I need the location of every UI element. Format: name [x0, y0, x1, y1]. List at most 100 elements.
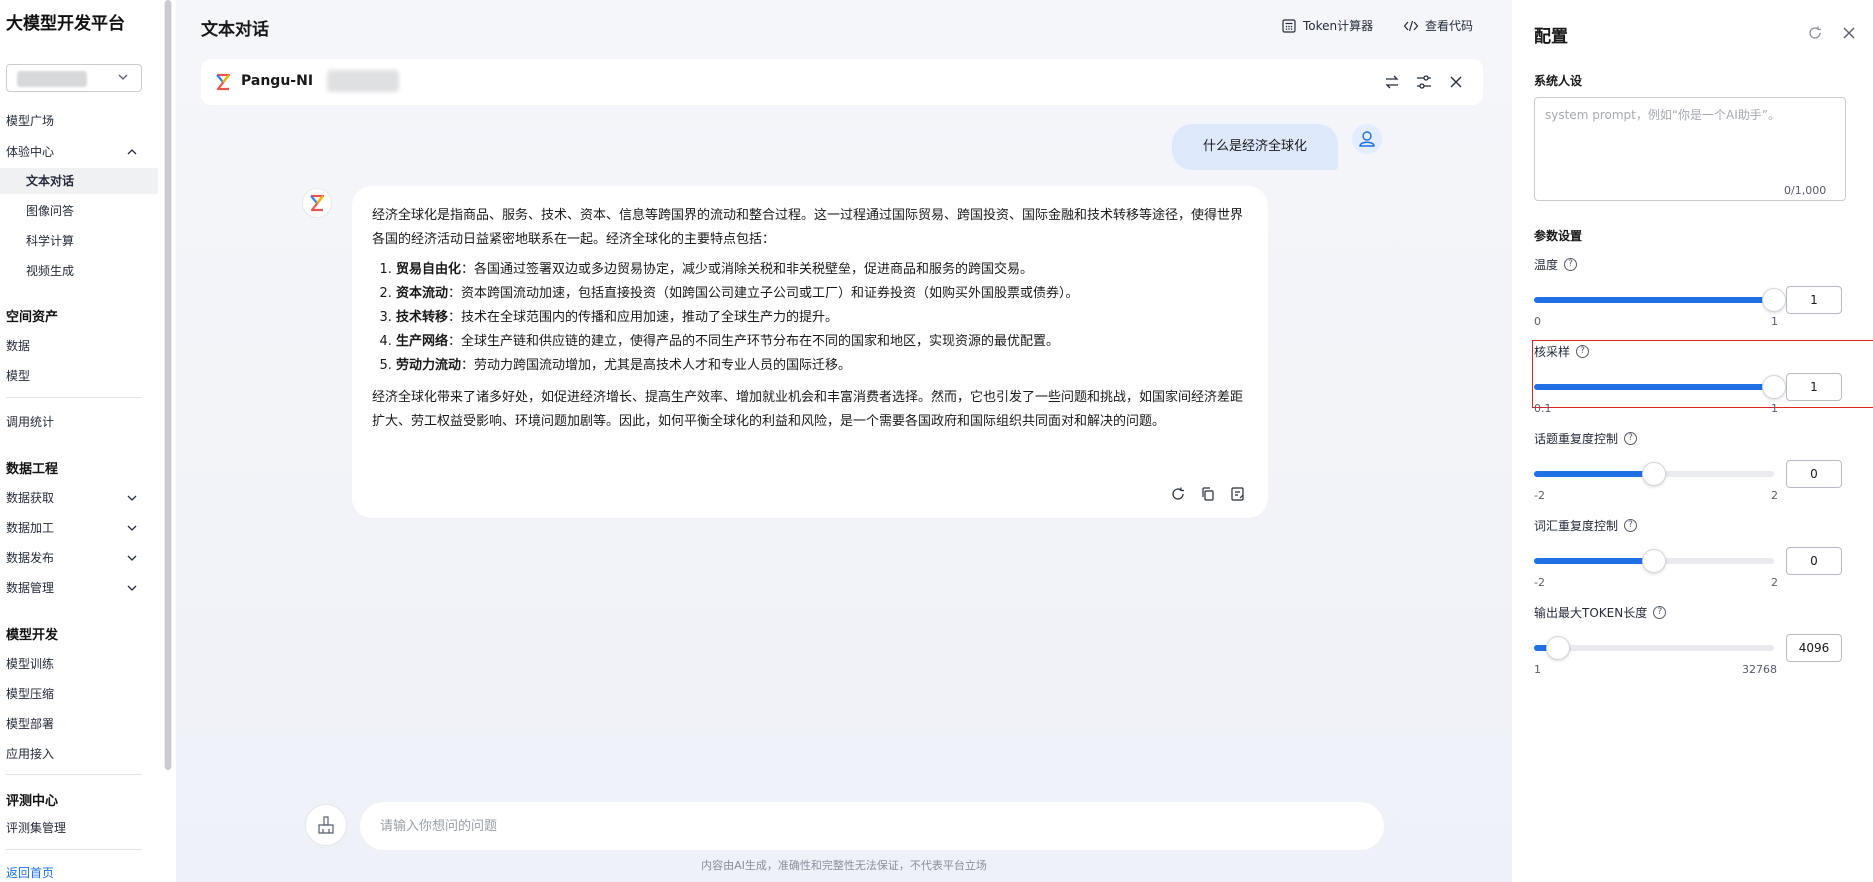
top-p-label-text: 核采样: [1534, 345, 1571, 359]
pangu-logo-icon: [216, 73, 231, 91]
point-title: 技术转移: [396, 310, 449, 325]
temperature-label: 温度?: [1534, 256, 1578, 273]
sidebar-scrollbar[interactable]: [164, 0, 172, 770]
sidebar-item-image-qa[interactable]: 图像问答: [26, 201, 74, 221]
slider-thumb[interactable]: [1546, 636, 1570, 660]
sidebar-group-eval-center: 评测中心: [6, 794, 59, 809]
sidebar-item-data-process[interactable]: 数据加工: [6, 518, 54, 538]
settings-sliders-icon[interactable]: [1415, 73, 1433, 91]
sidebar-group-data-engineering: 数据工程: [6, 462, 59, 477]
list-item: 技术转移：技术在全球范围内的传播和应用加速，推动了全球生产力的提升。: [396, 306, 1248, 330]
temperature-label-text: 温度: [1534, 258, 1559, 272]
pangu-logo-icon: [310, 194, 325, 212]
max-tokens-input[interactable]: 4096: [1786, 634, 1842, 662]
range-max: 1: [1771, 315, 1778, 328]
sidebar-item-call-stats[interactable]: 调用统计: [6, 412, 54, 432]
top-p-input[interactable]: 1: [1786, 373, 1842, 401]
frequency-penalty-slider[interactable]: [1534, 549, 1774, 573]
token-calculator-button[interactable]: Token计算器: [1281, 17, 1373, 34]
app-title: 大模型开发平台: [6, 14, 125, 34]
clear-chat-button[interactable]: [305, 804, 347, 846]
point-title: 资本流动: [396, 286, 449, 301]
temperature-input[interactable]: 1: [1786, 286, 1842, 314]
panel-title: 配置: [1534, 27, 1568, 47]
point-text: ：全球生产链和供应链的建立，使得产品的不同生产环节分布在不同的国家和地区，实现资…: [448, 334, 1060, 349]
chevron-down-icon[interactable]: [126, 582, 138, 594]
sidebar-item-text-chat[interactable]: 文本对话: [0, 168, 158, 194]
sidebar-item-model-deploy[interactable]: 模型部署: [6, 714, 54, 734]
user-icon: [1359, 131, 1375, 147]
sidebar-item-eval-set[interactable]: 评测集管理: [6, 818, 66, 838]
scrollbar-thumb[interactable]: [165, 0, 171, 770]
list-item: 劳动力流动：劳动力跨国流动增加，尤其是高技术人才和专业人员的国际迁移。: [396, 354, 1248, 378]
code-icon: [1403, 20, 1419, 31]
help-icon[interactable]: ?: [1653, 606, 1667, 619]
sidebar-item-data-acquire[interactable]: 数据获取: [6, 488, 54, 508]
temperature-slider[interactable]: [1534, 288, 1786, 312]
chevron-down-icon[interactable]: [126, 552, 138, 564]
model-name-redacted: [327, 70, 399, 92]
frequency-penalty-input[interactable]: 0: [1786, 547, 1842, 575]
slider-fill: [1534, 558, 1654, 564]
ai-disclaimer: 内容由AI生成，准确性和完整性无法保证，不代表平台立场: [701, 859, 987, 872]
chat-area: 文本对话 Token计算器 查看代码 Pangu-NI 什么是经济全球化 经济全…: [176, 0, 1512, 882]
help-icon[interactable]: ?: [1564, 258, 1578, 271]
slider-thumb[interactable]: [1762, 375, 1786, 399]
switch-model-icon[interactable]: [1383, 73, 1401, 91]
ai-message-actions: [1170, 486, 1246, 502]
sidebar-item-model[interactable]: 模型: [6, 366, 30, 386]
help-icon[interactable]: ?: [1624, 519, 1638, 532]
copy-icon[interactable]: [1200, 486, 1216, 502]
sidebar-item-model-train[interactable]: 模型训练: [6, 654, 54, 674]
presence-penalty-input[interactable]: 0: [1786, 460, 1842, 488]
sidebar-group-model-dev: 模型开发: [6, 628, 59, 643]
point-text: ：技术在全球范围内的传播和应用加速，推动了全球生产力的提升。: [448, 310, 839, 325]
top-p-slider[interactable]: [1534, 375, 1786, 399]
reset-icon[interactable]: [1806, 24, 1824, 42]
chevron-down-icon: [118, 74, 128, 80]
ai-avatar: [302, 188, 332, 218]
max-tokens-slider[interactable]: [1534, 636, 1774, 660]
help-icon[interactable]: ?: [1624, 432, 1638, 445]
ai-points-list: 贸易自由化：各国通过签署双边或多边贸易协定，减少或消除关税和非关税壁垒，促进商品…: [372, 258, 1248, 378]
view-code-label: 查看代码: [1425, 19, 1474, 33]
help-icon[interactable]: ?: [1576, 345, 1590, 358]
point-text: ：资本跨国流动加速，包括直接投资（如跨国公司建立子公司或工厂）和证券投资（如购买…: [448, 286, 1079, 301]
chat-input[interactable]: [360, 802, 1384, 850]
sidebar-item-model-compress[interactable]: 模型压缩: [6, 684, 54, 704]
slider-thumb[interactable]: [1642, 549, 1666, 573]
range-min: 0: [1534, 315, 1541, 328]
chevron-down-icon[interactable]: [126, 492, 138, 504]
sidebar-item-data-publish[interactable]: 数据发布: [6, 548, 54, 568]
sidebar-item-data-manage[interactable]: 数据管理: [6, 578, 54, 598]
close-icon[interactable]: [1447, 73, 1465, 91]
sidebar-item-video-gen[interactable]: 视频生成: [26, 261, 74, 281]
range-max: 32768: [1742, 663, 1777, 676]
close-icon[interactable]: [1840, 24, 1858, 42]
presence-penalty-slider[interactable]: [1534, 462, 1774, 486]
sidebar-item-data[interactable]: 数据: [6, 336, 30, 356]
slider-thumb[interactable]: [1642, 462, 1666, 486]
sidebar-item-experience-center[interactable]: 体验中心: [6, 142, 54, 162]
back-home-link[interactable]: 返回首页: [6, 864, 54, 881]
sidebar-item-science-compute[interactable]: 科学计算: [26, 231, 74, 251]
workspace-name-redacted: [17, 71, 87, 87]
sidebar-item-model-square[interactable]: 模型广场: [6, 111, 54, 131]
feedback-icon[interactable]: [1230, 486, 1246, 502]
workspace-select[interactable]: [6, 64, 142, 92]
view-code-button[interactable]: 查看代码: [1403, 17, 1473, 34]
point-text: ：各国通过签署双边或多边贸易协定，减少或消除关税和非关税壁垒，促进商品和服务的跨…: [461, 262, 1034, 277]
presence-penalty-label: 话题重复度控制?: [1534, 430, 1638, 447]
chevron-up-icon[interactable]: [126, 146, 138, 158]
ai-conclusion: 经济全球化带来了诸多好处，如促进经济增长、提高生产效率、增加就业机会和丰富消费者…: [372, 390, 1244, 429]
ai-intro: 经济全球化是指商品、服务、技术、资本、信息等跨国界的流动和整合过程。这一过程通过…: [372, 208, 1244, 247]
slider-fill: [1534, 471, 1654, 477]
sidebar-item-app-access[interactable]: 应用接入: [6, 744, 54, 764]
chevron-down-icon[interactable]: [126, 522, 138, 534]
slider-thumb[interactable]: [1762, 288, 1786, 312]
user-message: 什么是经济全球化: [1172, 124, 1338, 170]
range-min: -2: [1534, 576, 1545, 589]
sidebar-divider: [6, 397, 142, 398]
sidebar-divider: [6, 774, 142, 775]
regenerate-icon[interactable]: [1170, 486, 1186, 502]
